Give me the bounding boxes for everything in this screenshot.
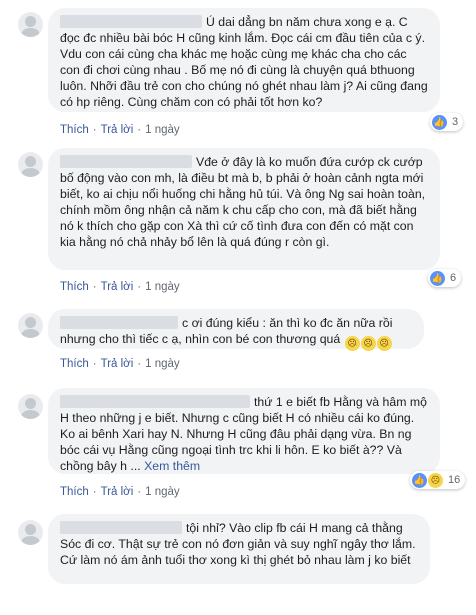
comment-actions: Thích · Trả lời · 1 ngày [60, 358, 180, 370]
commenter-name[interactable] [60, 316, 178, 329]
reaction-summary[interactable]: 👍 ☹ 16 [410, 471, 466, 489]
like-button[interactable]: Thích [60, 281, 89, 293]
avatar[interactable] [18, 12, 43, 37]
comment-actions: Thích · Trả lời · 1 ngày [60, 281, 180, 293]
comment-text: Vđe ở đây là ko muốn đứa cướp ck cướp bố… [60, 155, 429, 249]
comment-text: Ú dai dẳng bn năm chưa xong e ạ. C đọc đ… [60, 15, 432, 109]
reply-button[interactable]: Trả lời [101, 124, 134, 136]
reply-button[interactable]: Trả lời [101, 358, 134, 370]
reaction-count: 3 [452, 116, 459, 128]
avatar[interactable] [18, 152, 43, 177]
comment-actions: Thích · Trả lời · 1 ngày [60, 486, 180, 498]
like-icon: 👍 [430, 270, 445, 286]
reply-button[interactable]: Trả lời [101, 281, 134, 293]
comment-bubble: c ơi đúng kiểu : ăn thì ko đc ăn nữa rồi… [48, 309, 424, 351]
comment-timestamp[interactable]: 1 ngày [145, 281, 180, 293]
sad-face-icon: ☹ [344, 336, 360, 351]
reply-button[interactable]: Trả lời [101, 486, 134, 498]
commenter-name[interactable] [60, 521, 182, 534]
like-button[interactable]: Thích [60, 358, 89, 370]
like-button[interactable]: Thích [60, 486, 89, 498]
comment-timestamp[interactable]: 1 ngày [145, 486, 180, 498]
comment-bubble: Vđe ở đây là ko muốn đứa cướp ck cướp bố… [48, 148, 440, 270]
comment-bubble: Ú dai dẳng bn năm chưa xong e ạ. C đọc đ… [48, 8, 440, 112]
like-icon: 👍 [412, 472, 427, 488]
like-button[interactable]: Thích [60, 124, 89, 136]
commenter-name[interactable] [60, 155, 192, 168]
comment-actions: Thích · Trả lời · 1 ngày [60, 124, 180, 136]
reaction-summary[interactable]: 👍 3 [430, 113, 464, 131]
comment-bubble: tội nhỉ? Vào clip fb cái H mang cả thằng… [48, 514, 430, 584]
avatar[interactable] [18, 313, 43, 338]
commenter-name[interactable] [60, 395, 250, 408]
see-more-link[interactable]: Xem thêm [144, 459, 200, 473]
avatar[interactable] [18, 520, 43, 545]
reaction-count: 16 [448, 474, 461, 486]
like-icon: 👍 [432, 114, 447, 130]
avatar[interactable] [18, 394, 43, 419]
sad-face-icon: ☹ [376, 336, 392, 351]
reaction-count: 6 [450, 272, 457, 284]
sad-face-icon: ☹ [428, 472, 443, 488]
comment-timestamp[interactable]: 1 ngày [145, 358, 180, 370]
comment-bubble: thứ 1 e biết fb Hằng và hâm mộ H theo nh… [48, 388, 440, 474]
sad-face-icon: ☹ [360, 336, 376, 351]
commenter-name[interactable] [60, 15, 202, 28]
comment-timestamp[interactable]: 1 ngày [145, 124, 180, 136]
reaction-summary[interactable]: 👍 6 [428, 269, 462, 287]
